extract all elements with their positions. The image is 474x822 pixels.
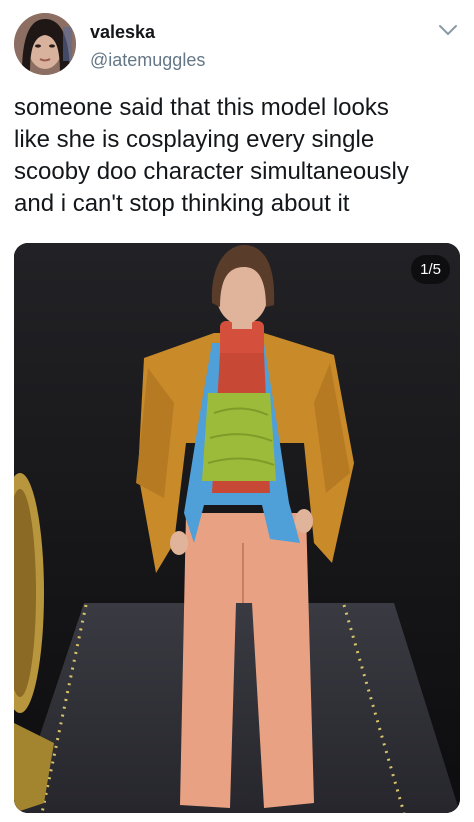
chevron-down-icon[interactable] xyxy=(436,22,460,38)
tweet-header: valeska @iatemuggles xyxy=(0,0,474,90)
avatar-photo xyxy=(14,13,76,75)
media-counter: 1/5 xyxy=(411,255,450,284)
avatar[interactable] xyxy=(14,13,76,75)
display-name[interactable]: valeska xyxy=(90,22,155,43)
tweet-text: someone said that this model looks like … xyxy=(14,94,409,217)
user-handle[interactable]: @iatemuggles xyxy=(90,50,205,71)
runway-photo xyxy=(14,243,460,813)
tweet-media[interactable]: 1/5 xyxy=(14,243,460,813)
